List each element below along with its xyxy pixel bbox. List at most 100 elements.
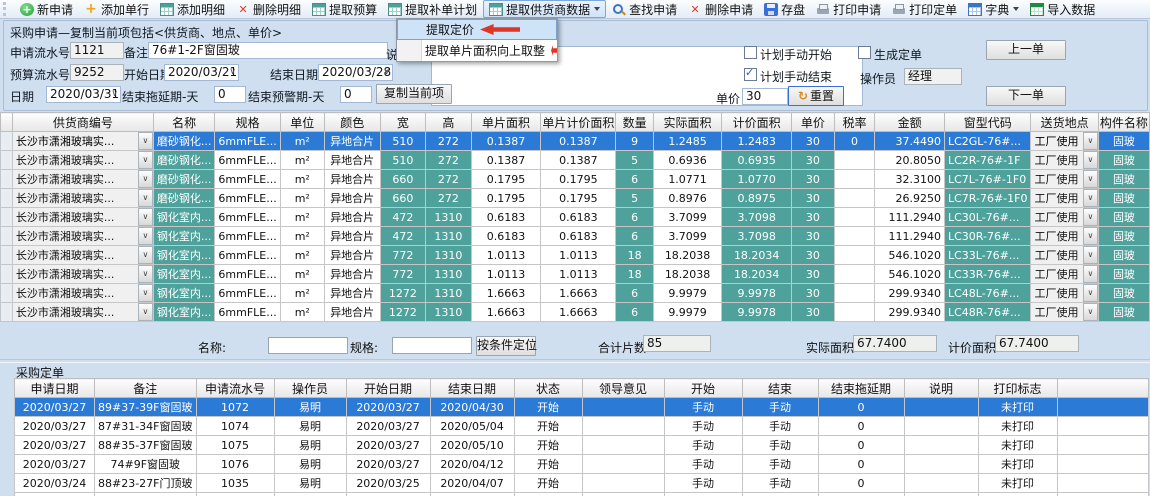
table-row[interactable]: 2020/03/2787#31-34F窗固玻1074易明2020/03/2720… <box>15 417 1149 436</box>
column-header[interactable]: 结束拖延期 <box>818 379 904 398</box>
toolbar-button[interactable]: 查找申请 <box>607 1 682 17</box>
column-header[interactable]: 名称 <box>153 113 215 132</box>
manual-end-checkbox[interactable] <box>744 68 757 81</box>
column-header[interactable]: 申请日期 <box>15 379 95 398</box>
table-row[interactable]: 长沙市潇湘玻璃实...∨钢化室内...6mmFLE...m²异地合片772131… <box>1 265 1150 284</box>
remark-field[interactable]: 76#1-2F窗固玻 <box>148 42 388 59</box>
toolbar-button[interactable]: 字典 <box>963 1 1024 17</box>
table-row[interactable]: 2020/03/2789#37-39F窗固玻1072易明2020/03/2720… <box>15 398 1149 417</box>
table-row[interactable]: 长沙市潇湘玻璃实...∨钢化室内...6mmFLE...m²异地合片772131… <box>1 246 1150 265</box>
table-row[interactable] <box>15 493 1149 496</box>
table-row[interactable]: 长沙市潇湘玻璃实...∨磨砂钢化...6mmFLE...m²异地合片660272… <box>1 189 1150 208</box>
chevron-down-icon[interactable]: ∨ <box>1083 284 1098 302</box>
table-cell[interactable]: 长沙市潇湘玻璃实...∨ <box>12 284 153 303</box>
chevron-down-icon[interactable]: ∨ <box>1083 132 1098 150</box>
chevron-down-icon[interactable]: ∨ <box>1083 170 1098 188</box>
serial-field[interactable]: 1121 <box>70 42 124 59</box>
column-header[interactable]: 备注 <box>95 379 197 398</box>
table-row[interactable]: 长沙市潇湘玻璃实...∨钢化室内...6mmFLE...m²异地合片472131… <box>1 208 1150 227</box>
table-cell[interactable]: 长沙市潇湘玻璃实...∨ <box>12 208 153 227</box>
table-cell[interactable]: 长沙市潇湘玻璃实...∨ <box>12 170 153 189</box>
table-row[interactable]: 2020/03/2788#35-37F窗固玻1075易明2020/03/2720… <box>15 436 1149 455</box>
toolbar-button[interactable]: 提取补单计划 <box>383 1 482 17</box>
chevron-down-icon[interactable]: ∨ <box>138 170 153 188</box>
toolbar-button[interactable]: 存盘 <box>759 1 810 17</box>
table-cell[interactable]: 工厂使用∨ <box>1031 284 1098 303</box>
chevron-down-icon[interactable]: ∨ <box>138 151 153 169</box>
table-cell[interactable]: 长沙市潇湘玻璃实...∨ <box>12 151 153 170</box>
chevron-down-icon[interactable]: ∨ <box>1083 227 1098 245</box>
column-header[interactable]: 宽 <box>380 113 426 132</box>
chevron-down-icon[interactable]: ∨ <box>138 303 153 321</box>
column-header[interactable]: 高 <box>426 113 472 132</box>
table-row[interactable]: 2020/03/2774#9F窗固玻1076易明2020/03/272020/0… <box>15 455 1149 474</box>
table-cell[interactable]: 工厂使用∨ <box>1031 227 1098 246</box>
date-select[interactable]: 2020/03/31 <box>46 86 121 103</box>
column-header[interactable]: 颜色 <box>324 113 380 132</box>
table-row[interactable]: 长沙市潇湘玻璃实...∨钢化室内...6mmFLE...m²异地合片127213… <box>1 284 1150 303</box>
column-header[interactable]: 结束日期 <box>430 379 514 398</box>
column-header[interactable]: 计价面积 <box>722 113 792 132</box>
chevron-down-icon[interactable]: ∨ <box>138 208 153 226</box>
filter-spec-input[interactable] <box>392 337 472 354</box>
column-header[interactable]: 申请流水号 <box>196 379 274 398</box>
delay-field[interactable]: 0 <box>214 86 246 103</box>
column-header[interactable] <box>1 113 13 132</box>
prev-order-button[interactable]: 上一单 <box>986 40 1066 60</box>
column-header[interactable]: 构件名称 <box>1098 113 1149 132</box>
column-header[interactable]: 单片面积 <box>471 113 541 132</box>
table-cell[interactable]: 工厂使用∨ <box>1031 303 1098 322</box>
table-cell[interactable]: 工厂使用∨ <box>1031 132 1098 151</box>
reset-button[interactable]: ↻ 重置 <box>788 86 844 106</box>
toolbar-button[interactable]: 打印定单 <box>887 1 962 17</box>
table-cell[interactable]: 工厂使用∨ <box>1031 246 1098 265</box>
table-row[interactable]: 长沙市潇湘玻璃实...∨磨砂钢化...6mmFLE...m²异地合片660272… <box>1 170 1150 189</box>
column-header[interactable]: 实际面积 <box>653 113 721 132</box>
start-date-select[interactable]: 2020/03/21 <box>164 64 239 81</box>
table-row[interactable]: 长沙市潇湘玻璃实...∨磨砂钢化...6mmFLE...m²异地合片510272… <box>1 132 1150 151</box>
toolbar-button[interactable]: 删除明细 <box>231 1 306 17</box>
chevron-down-icon[interactable]: ∨ <box>138 227 153 245</box>
table-cell[interactable]: 长沙市潇湘玻璃实...∨ <box>12 303 153 322</box>
end-date-select[interactable]: 2020/03/28 <box>318 64 393 81</box>
column-header[interactable]: 状态 <box>514 379 582 398</box>
column-header[interactable]: 单价 <box>792 113 834 132</box>
column-header[interactable]: 规格 <box>215 113 280 132</box>
column-header[interactable] <box>1057 379 1148 398</box>
toolbar-button[interactable]: 新申请 <box>15 1 78 17</box>
chevron-down-icon[interactable]: ∨ <box>1083 265 1098 283</box>
table-cell[interactable]: 工厂使用∨ <box>1031 265 1098 284</box>
toolbar-button[interactable]: 导入数据 <box>1025 1 1100 17</box>
column-header[interactable]: 数量 <box>616 113 654 132</box>
column-header[interactable]: 领导意见 <box>582 379 664 398</box>
unit-price-field[interactable]: 30 <box>742 88 788 105</box>
chevron-down-icon[interactable]: ∨ <box>138 284 153 302</box>
column-header[interactable]: 送货地点 <box>1031 113 1098 132</box>
column-header[interactable]: 供货商编号 <box>12 113 153 132</box>
generate-order-checkbox[interactable] <box>858 46 871 59</box>
table-cell[interactable]: 工厂使用∨ <box>1031 189 1098 208</box>
column-header[interactable]: 税率 <box>834 113 875 132</box>
chevron-down-icon[interactable]: ∨ <box>138 132 153 150</box>
toolbar-button[interactable]: 提取预算 <box>307 1 382 17</box>
column-header[interactable]: 结束 <box>742 379 818 398</box>
table-row[interactable]: 长沙市潇湘玻璃实...∨磨砂钢化...6mmFLE...m²异地合片510272… <box>1 151 1150 170</box>
column-header[interactable]: 开始日期 <box>346 379 430 398</box>
toolbar-button[interactable]: 添加明细 <box>155 1 230 17</box>
operator-field[interactable]: 经理 <box>904 68 962 85</box>
column-header[interactable]: 单位 <box>280 113 324 132</box>
toolbar-button[interactable]: 提取供货商数据 <box>483 0 606 18</box>
locate-by-condition-button[interactable]: 按条件定位 <box>476 336 536 356</box>
table-cell[interactable]: 长沙市潇湘玻璃实...∨ <box>12 227 153 246</box>
toolbar-drag-handle[interactable] <box>3 2 10 16</box>
column-header[interactable]: 操作员 <box>274 379 346 398</box>
chevron-down-icon[interactable]: ∨ <box>138 246 153 264</box>
chevron-down-icon[interactable]: ∨ <box>1083 303 1098 321</box>
table-cell[interactable]: 工厂使用∨ <box>1031 170 1098 189</box>
column-header[interactable]: 窗型代码 <box>944 113 1030 132</box>
warn-field[interactable]: 0 <box>340 86 372 103</box>
chevron-down-icon[interactable]: ∨ <box>1083 246 1098 264</box>
table-cell[interactable]: 工厂使用∨ <box>1031 151 1098 170</box>
table-cell[interactable]: 长沙市潇湘玻璃实...∨ <box>12 246 153 265</box>
table-row[interactable]: 长沙市潇湘玻璃实...∨钢化室内...6mmFLE...m²异地合片472131… <box>1 227 1150 246</box>
